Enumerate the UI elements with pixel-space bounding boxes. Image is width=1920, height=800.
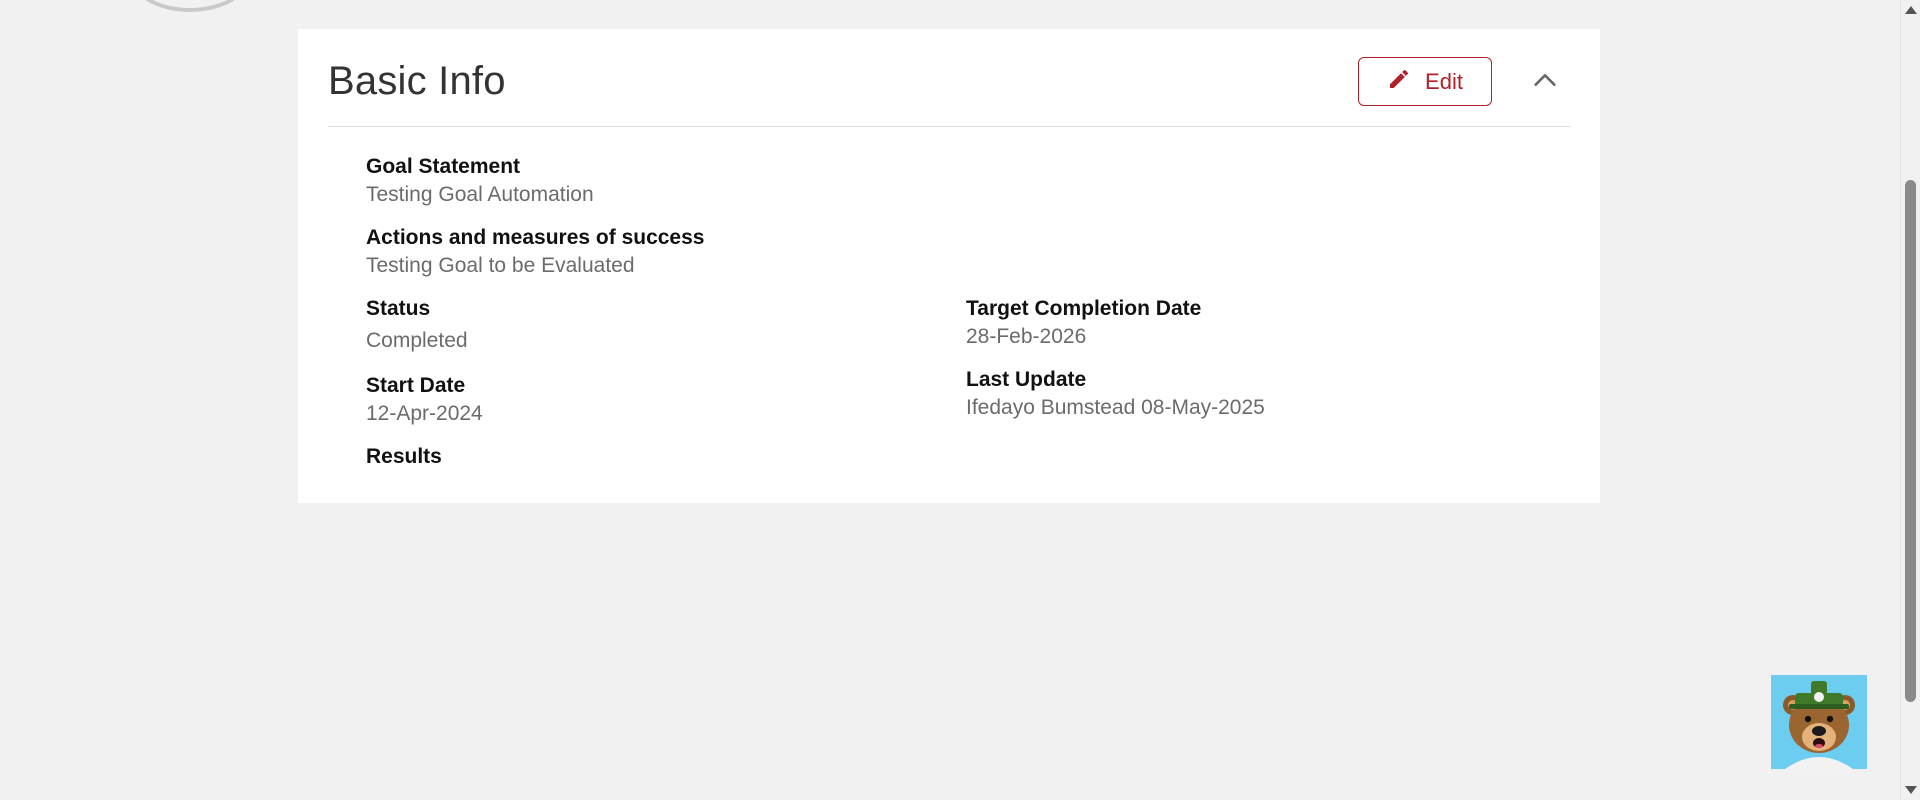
avatar [130,0,250,12]
field-status: Status Completed [366,295,468,355]
basic-info-card: Basic Info Edit Goal Statement Testing G… [298,29,1600,503]
scroll-down-icon[interactable] [1905,786,1917,794]
field-label: Results [366,445,442,468]
collapse-button[interactable] [1528,65,1562,99]
pencil-icon [1387,67,1411,97]
field-goal-statement: Goal Statement Testing Goal Automation [366,153,594,209]
card-header: Basic Info Edit [328,29,1570,127]
field-value: 28-Feb-2026 [966,325,1087,348]
field-label: Start Date [366,374,466,397]
chevron-up-icon [1531,66,1559,99]
field-target-completion-date: Target Completion Date 28-Feb-2026 [966,295,1201,351]
field-value: Testing Goal to be Evaluated [366,254,635,277]
field-results: Results [366,443,442,471]
field-last-update: Last Update Ifedayo Bumstead 08-May-2025 [966,366,1265,422]
chatbot-widget[interactable] [1771,675,1867,769]
vertical-scrollbar[interactable] [1900,0,1920,800]
edit-button-label: Edit [1425,68,1463,94]
field-value: Completed [366,329,468,352]
field-label: Target Completion Date [966,297,1202,320]
card-title: Basic Info [328,59,506,103]
field-label: Goal Statement [366,155,521,178]
scrollbar-thumb[interactable] [1905,180,1916,702]
field-label: Actions and measures of success [366,226,705,249]
field-label: Last Update [966,368,1087,391]
edit-button[interactable]: Edit [1358,57,1492,106]
field-actions-measures: Actions and measures of success Testing … [366,224,704,280]
scroll-up-icon[interactable] [1905,6,1917,14]
field-label: Status [366,297,431,320]
bear-mascot-icon [1771,675,1867,769]
field-value: Testing Goal Automation [366,183,594,206]
field-value: Ifedayo Bumstead 08-May-2025 [966,396,1265,419]
field-value: 12-Apr-2024 [366,402,483,425]
field-start-date: Start Date 12-Apr-2024 [366,372,483,428]
